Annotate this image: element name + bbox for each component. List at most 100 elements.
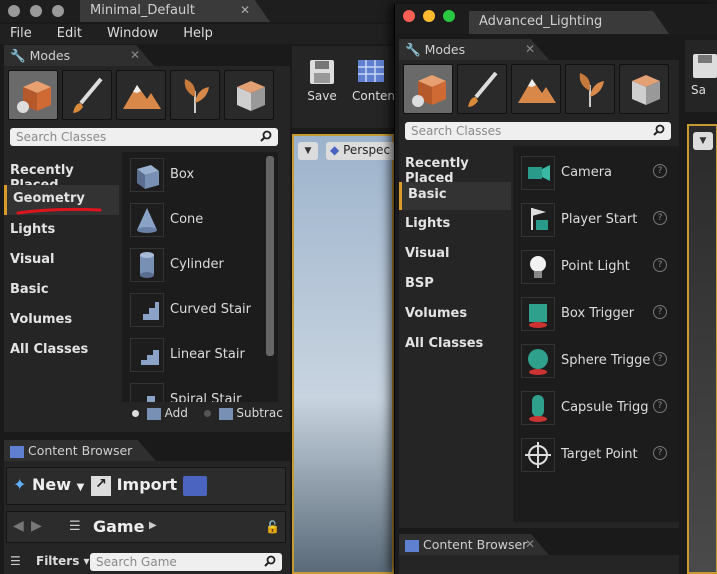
window-title: Advanced_Lighting: [479, 14, 603, 29]
viewport[interactable]: ▼ ◆ Perspec: [292, 134, 396, 574]
list-item-player-start[interactable]: Player Start ?: [513, 197, 679, 244]
list-item-point-light[interactable]: Point Light ?: [513, 244, 679, 291]
category-all-classes[interactable]: All Classes: [4, 340, 119, 368]
path-bar: ◀ ▶ ☰ Game ▶ 🔓: [6, 511, 286, 543]
list-item-box[interactable]: Box: [122, 152, 278, 199]
category-all-classes[interactable]: All Classes: [399, 336, 511, 362]
viewport[interactable]: ▼: [687, 124, 717, 574]
red-underline-annotation: [16, 207, 102, 215]
add-radio[interactable]: [132, 410, 139, 417]
list-item-curved-stair[interactable]: Curved Stair: [122, 287, 278, 334]
place-mode-button[interactable]: [8, 70, 58, 120]
window-title-tab[interactable]: Advanced_Lighting: [469, 11, 669, 34]
content-browser-panel: [399, 555, 679, 574]
category-visual[interactable]: Visual: [4, 250, 119, 278]
geometry-edit-mode-button[interactable]: [619, 64, 669, 114]
menu-edit[interactable]: Edit: [57, 26, 82, 41]
help-icon[interactable]: ?: [653, 446, 667, 460]
category-volumes[interactable]: Volumes: [4, 310, 119, 338]
foliage-mode-button[interactable]: [170, 70, 220, 120]
viewport-options-button[interactable]: ▼: [693, 132, 713, 150]
landscape-mode-button[interactable]: [511, 64, 561, 114]
list-item-camera[interactable]: Camera ?: [513, 150, 679, 197]
path-game[interactable]: Game: [93, 517, 144, 536]
wrench-icon: 🔧: [405, 42, 421, 57]
save-label: Save: [307, 89, 337, 103]
window-title-tab[interactable]: Minimal_Default ✕: [80, 0, 270, 22]
item-label: Capsule Trigg: [561, 400, 649, 415]
path-chevron-icon[interactable]: ▶: [149, 520, 157, 531]
paint-mode-button[interactable]: [62, 70, 112, 120]
search-game-input[interactable]: Search Game: [90, 553, 282, 571]
lock-icon[interactable]: 🔓: [265, 520, 280, 534]
search-icon[interactable]: [264, 555, 276, 567]
list-item-spiral-stair[interactable]: Spiral Stair: [122, 377, 278, 402]
menu-help[interactable]: Help: [183, 26, 213, 41]
close-icon[interactable]: ✕: [525, 537, 535, 551]
list-item-cylinder[interactable]: Cylinder: [122, 242, 278, 289]
back-arrow-icon[interactable]: ◀: [13, 518, 24, 534]
help-icon[interactable]: ?: [653, 211, 667, 225]
content-button[interactable]: Conten: [352, 58, 395, 103]
category-basic[interactable]: Basic: [399, 182, 511, 210]
modes-tab[interactable]: 🔧 Modes ✕: [4, 45, 154, 66]
list-item-capsule-trigger[interactable]: Capsule Trigg ?: [513, 385, 679, 432]
save-all-icon[interactable]: [183, 476, 207, 496]
foliage-mode-button[interactable]: [565, 64, 615, 114]
content-browser-tab[interactable]: Content Browser: [4, 440, 156, 461]
close-tab-icon[interactable]: ✕: [240, 3, 250, 17]
close-dot[interactable]: [403, 10, 415, 22]
list-scrollbar[interactable]: [266, 156, 274, 356]
list-item-linear-stair[interactable]: Linear Stair: [122, 332, 278, 379]
category-lights[interactable]: Lights: [4, 220, 119, 248]
item-label: Spiral Stair: [170, 392, 242, 402]
landscape-mode-button[interactable]: [116, 70, 166, 120]
paint-mode-button[interactable]: [457, 64, 507, 114]
list-item-box-trigger[interactable]: Box Trigger ?: [513, 291, 679, 338]
maximize-dot[interactable]: [52, 5, 64, 17]
category-visual[interactable]: Visual: [399, 246, 511, 272]
menu-window[interactable]: Window: [107, 26, 158, 41]
search-classes-input[interactable]: Search Classes: [405, 122, 671, 140]
geometry-edit-mode-button[interactable]: [224, 70, 274, 120]
help-icon[interactable]: ?: [653, 258, 667, 272]
viewport-options-button[interactable]: ▼: [298, 142, 318, 160]
help-icon[interactable]: ?: [653, 305, 667, 319]
filters-button[interactable]: Filters ▾: [36, 554, 90, 568]
save-button[interactable]: Sa: [691, 52, 717, 97]
category-volumes[interactable]: Volumes: [399, 306, 511, 332]
import-button[interactable]: ↗ Import: [91, 475, 177, 496]
content-browser-icon: [405, 539, 419, 552]
close-icon[interactable]: ✕: [130, 48, 140, 62]
help-icon[interactable]: ?: [653, 352, 667, 366]
list-item-cone[interactable]: Cone: [122, 197, 278, 244]
new-button[interactable]: ✦ New ▼: [13, 475, 84, 494]
viewport-perspective-button[interactable]: ◆ Perspec: [326, 142, 396, 160]
help-icon[interactable]: ?: [653, 164, 667, 178]
category-lights[interactable]: Lights: [399, 216, 511, 242]
subtract-radio[interactable]: [203, 410, 211, 417]
search-classes-input[interactable]: Search Classes: [10, 128, 278, 146]
modes-tab[interactable]: 🔧 Modes ✕: [399, 39, 549, 60]
search-icon[interactable]: [653, 124, 665, 136]
save-button[interactable]: Save: [302, 58, 342, 103]
category-bsp[interactable]: BSP: [399, 276, 511, 302]
close-icon[interactable]: ✕: [525, 42, 535, 56]
category-recently-placed[interactable]: Recently Placed: [399, 156, 511, 186]
forward-arrow-icon[interactable]: ▶: [31, 518, 42, 534]
minimize-dot[interactable]: [423, 10, 435, 22]
content-browser-tab[interactable]: Content Browser ✕: [399, 534, 549, 555]
category-basic[interactable]: Basic: [4, 280, 119, 308]
help-icon[interactable]: ?: [653, 399, 667, 413]
category-recently-placed[interactable]: Recently Placed: [4, 160, 119, 193]
minimize-dot[interactable]: [30, 5, 42, 17]
menu-file[interactable]: File: [10, 26, 32, 41]
maximize-dot[interactable]: [443, 10, 455, 22]
place-mode-button[interactable]: [403, 64, 453, 114]
item-label: Box Trigger: [561, 306, 635, 321]
search-icon[interactable]: [260, 130, 272, 142]
player-start-icon: [521, 203, 555, 237]
close-dot[interactable]: [8, 5, 20, 17]
list-item-sphere-trigger[interactable]: Sphere Trigge ?: [513, 338, 679, 385]
list-item-target-point[interactable]: Target Point ?: [513, 432, 679, 479]
